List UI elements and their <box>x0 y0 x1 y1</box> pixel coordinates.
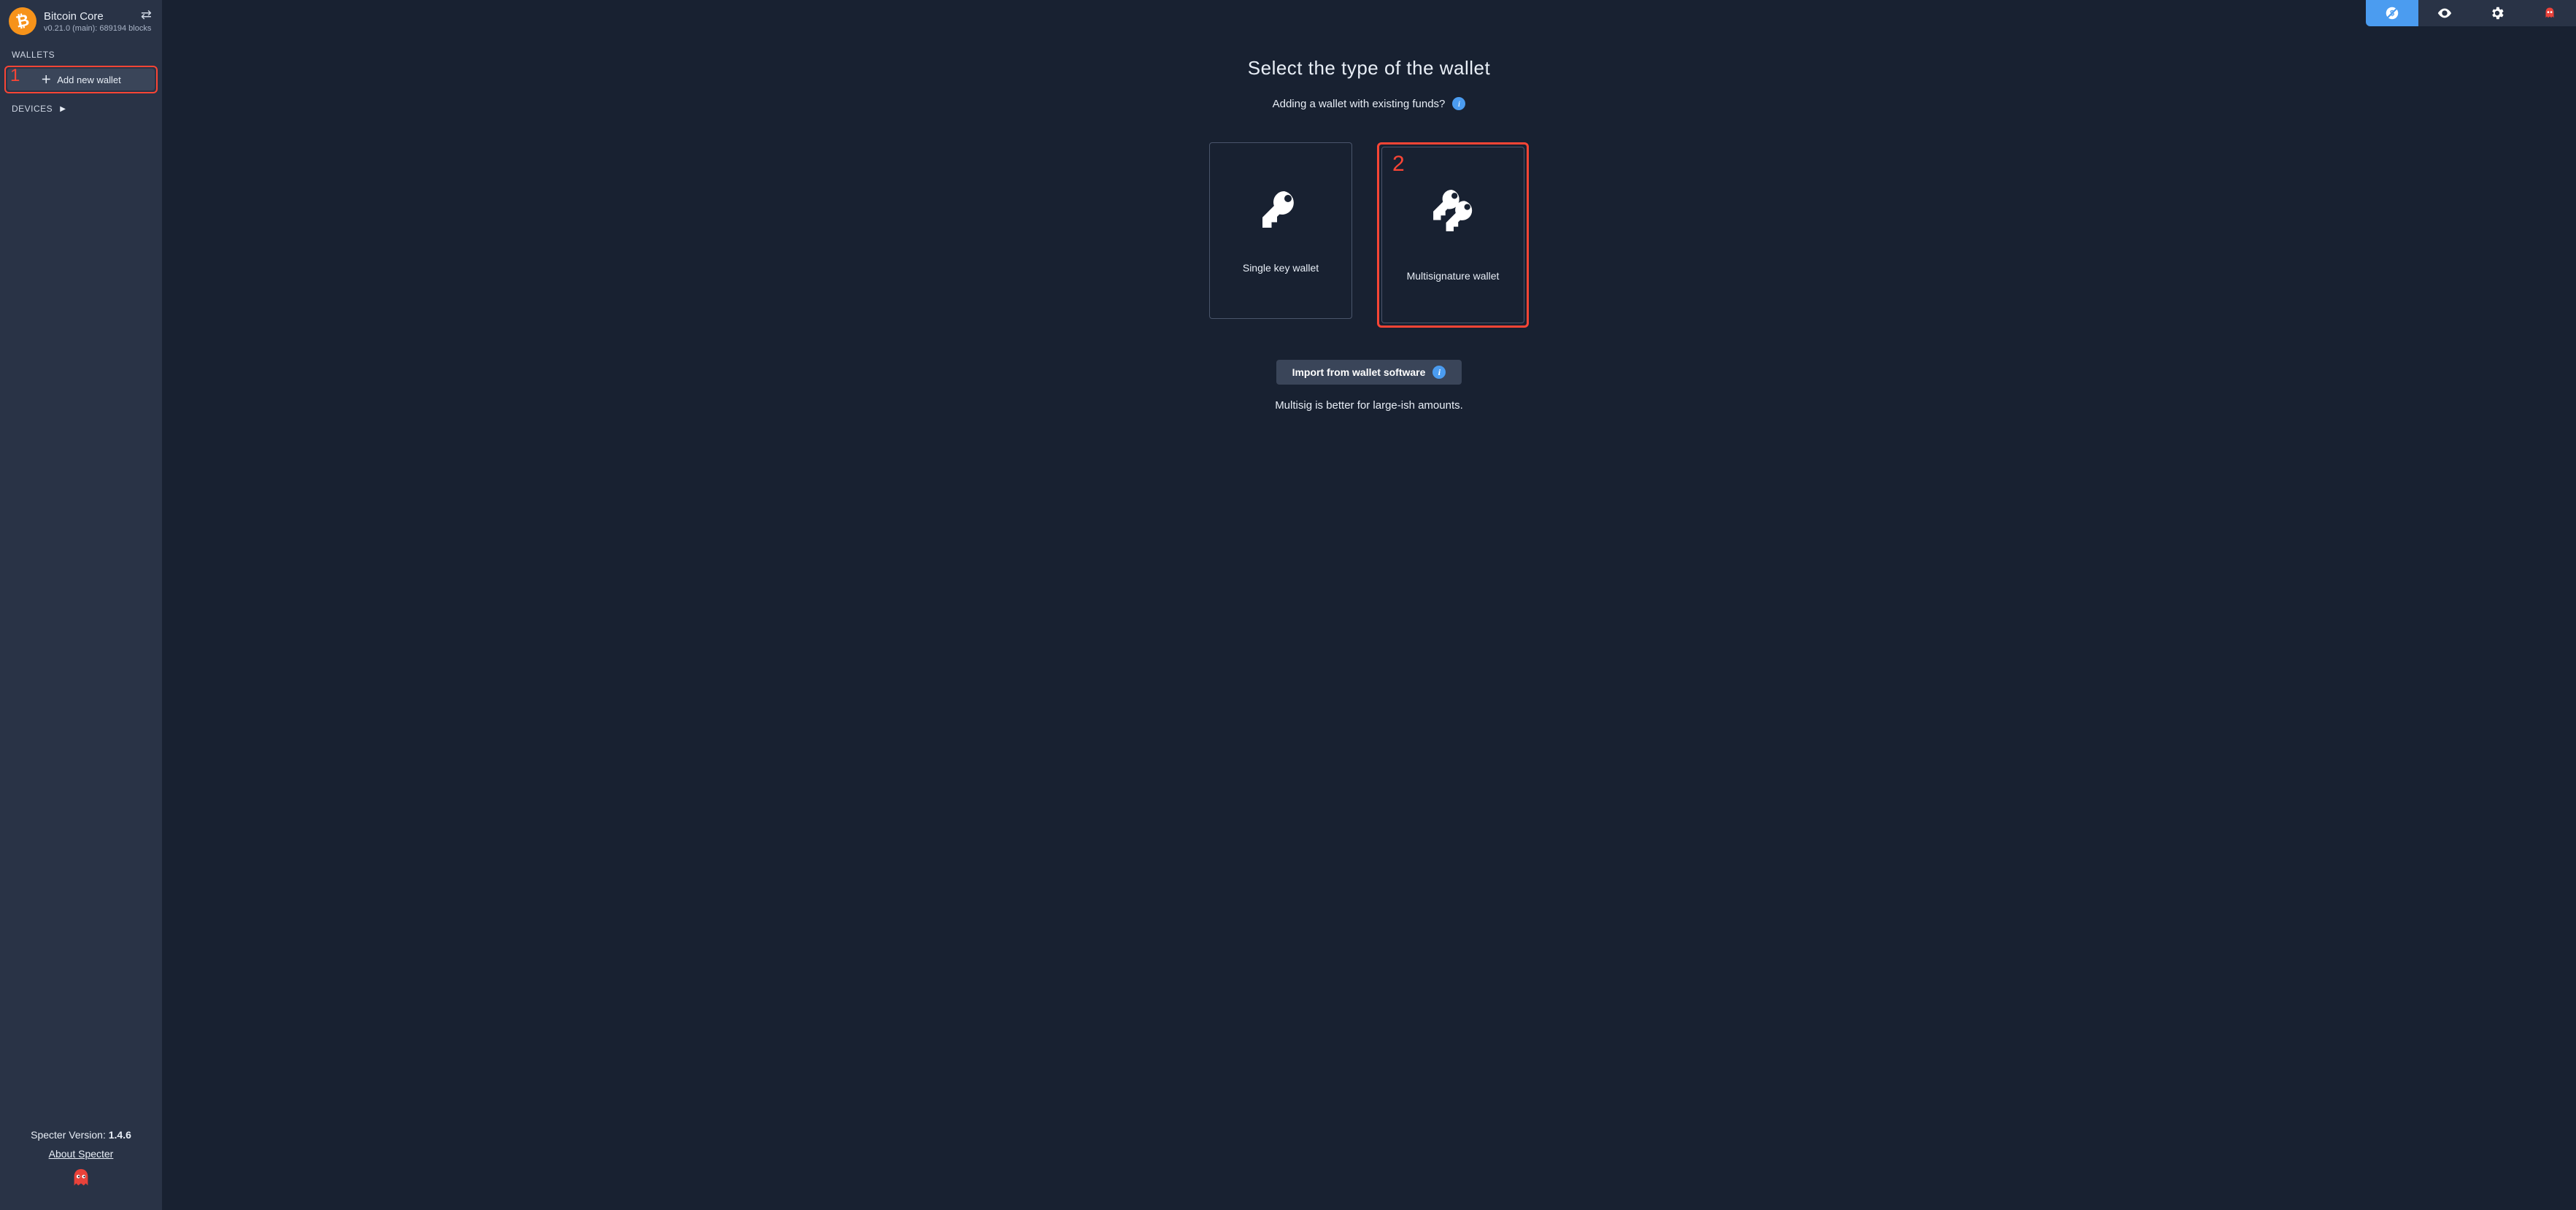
sidebar-devices-toggle[interactable]: DEVICES ▶ <box>0 93 162 120</box>
topbar-price-toggle[interactable]: $ <box>2366 0 2418 26</box>
annotation-number-1: 1 <box>10 66 20 86</box>
import-from-software-button[interactable]: Import from wallet software i <box>1276 360 1462 385</box>
wallet-type-cards: Single key wallet 2 Multisignature walle… <box>1209 142 1529 328</box>
annotation-box-1: 1 ＋ Add new wallet <box>4 66 158 93</box>
multisig-hint: Multisig is better for large-ish amounts… <box>1275 399 1463 412</box>
about-specter-link[interactable]: About Specter <box>49 1148 114 1160</box>
main-area: $ Select the type of the wallet Adding a… <box>162 0 2576 1210</box>
single-key-wallet-card[interactable]: Single key wallet <box>1209 142 1352 319</box>
existing-funds-row: Adding a wallet with existing funds? i <box>1273 97 1466 110</box>
key-icon <box>1259 188 1303 231</box>
sidebar-wallets-label: WALLETS <box>0 39 162 66</box>
multisig-keys-icon <box>1427 188 1478 239</box>
info-icon[interactable]: i <box>1452 97 1465 110</box>
import-label: Import from wallet software <box>1292 366 1426 378</box>
content: Select the type of the wallet Adding a w… <box>162 26 2576 1210</box>
annotation-box-2: 2 Multisignature wallet <box>1377 142 1529 328</box>
page-title: Select the type of the wallet <box>1248 57 1490 80</box>
version-number: 1.4.6 <box>109 1129 131 1141</box>
sidebar-devices-label: DEVICES <box>12 104 53 114</box>
node-subtitle: v0.21.0 (main): 689194 blocks <box>44 24 151 33</box>
gear-icon <box>2489 5 2505 21</box>
topbar: $ <box>162 0 2576 26</box>
no-dollar-icon: $ <box>2384 5 2400 21</box>
eye-icon <box>2437 5 2453 21</box>
plus-icon: ＋ <box>41 72 51 87</box>
ghost-icon <box>2542 5 2558 21</box>
version-line: Specter Version: 1.4.6 <box>31 1129 131 1141</box>
version-prefix: Specter Version: <box>31 1129 109 1141</box>
topbar-settings[interactable] <box>2471 0 2523 26</box>
info-icon[interactable]: i <box>1432 366 1446 379</box>
triangle-right-icon: ▶ <box>60 105 66 113</box>
add-new-wallet-button[interactable]: ＋ Add new wallet <box>7 69 155 90</box>
switch-node-icon[interactable]: ⇄ <box>141 7 152 23</box>
topbar-tor-ghost[interactable] <box>2523 0 2576 26</box>
single-key-label: Single key wallet <box>1243 262 1319 274</box>
topbar-privacy-eye[interactable] <box>2418 0 2471 26</box>
sidebar-node-block: ⇄ ₿ Bitcoin Core v0.21.0 (main): 689194 … <box>0 0 162 39</box>
node-title: Bitcoin Core <box>44 10 151 23</box>
multisig-wallet-card[interactable]: Multisignature wallet <box>1381 147 1524 323</box>
add-wallet-label: Add new wallet <box>57 74 120 85</box>
specter-ghost-icon <box>70 1167 92 1192</box>
sidebar-footer: Specter Version: 1.4.6 About Specter <box>0 1122 162 1210</box>
node-row[interactable]: ₿ Bitcoin Core v0.21.0 (main): 689194 bl… <box>9 7 153 35</box>
multisig-label: Multisignature wallet <box>1407 270 1500 282</box>
sidebar: ⇄ ₿ Bitcoin Core v0.21.0 (main): 689194 … <box>0 0 162 1210</box>
bitcoin-logo-icon: ₿ <box>6 4 39 37</box>
existing-funds-text: Adding a wallet with existing funds? <box>1273 98 1446 110</box>
